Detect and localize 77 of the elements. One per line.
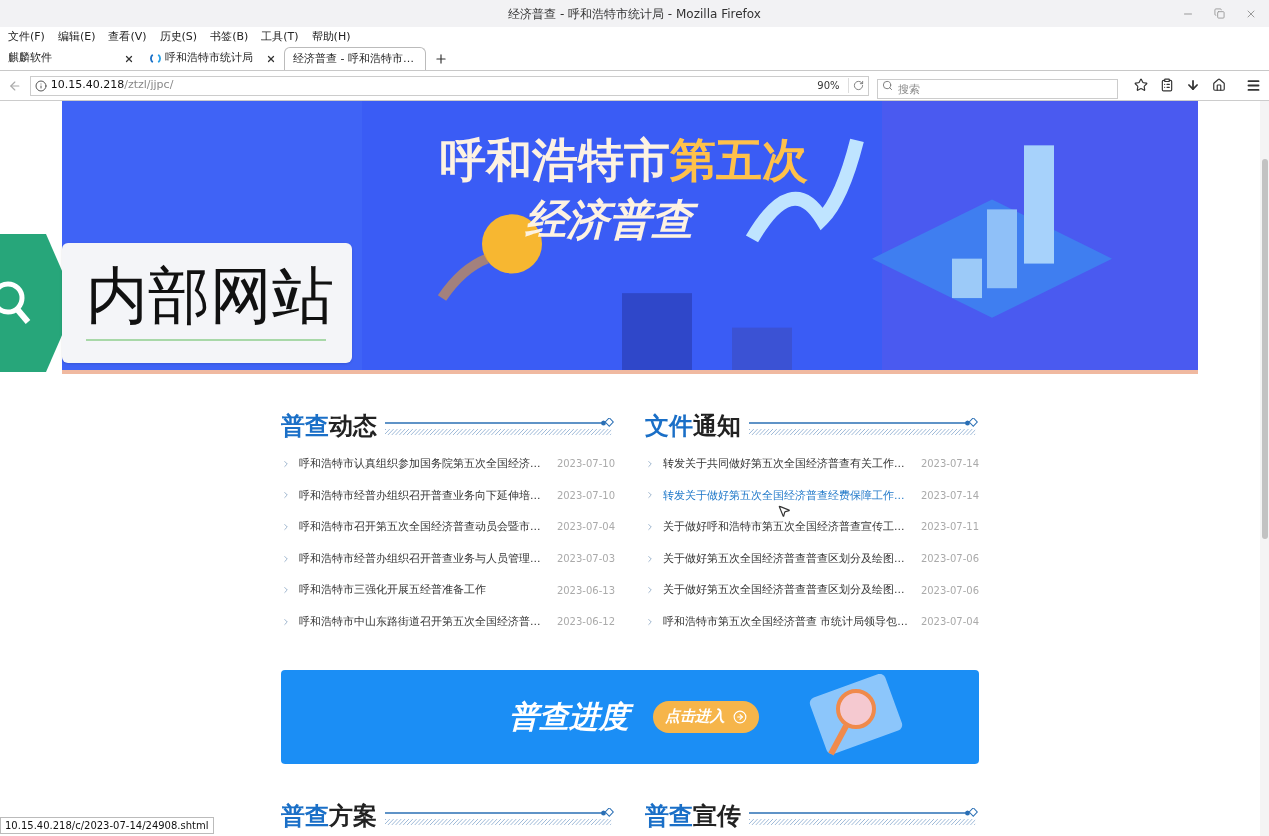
menu-item[interactable]: 历史(S)	[159, 28, 198, 46]
bullet-icon	[281, 616, 291, 627]
url-text: 10.15.40.218/ztzl/jjpc/	[50, 77, 175, 94]
download-icon[interactable]	[1186, 78, 1200, 92]
menu-item[interactable]: 编辑(E)	[57, 28, 96, 46]
news-date: 2023-06-12	[556, 615, 615, 630]
section-heading: 普查动态	[281, 414, 377, 438]
section-heading: 文件通知	[645, 414, 741, 438]
home-icon[interactable]	[1212, 78, 1226, 92]
bullet-icon	[645, 585, 655, 596]
tab-close-icon[interactable]	[266, 53, 276, 64]
news-date: 2023-07-03	[556, 552, 615, 567]
scrollbar-thumb[interactable]	[1261, 159, 1268, 539]
bookmark-star-icon[interactable]	[1134, 78, 1148, 92]
bullet-icon	[645, 458, 655, 469]
news-link[interactable]: 呼和浩特市召开第五次全国经济普查动员会暨市…	[299, 519, 549, 535]
bullet-icon	[281, 522, 291, 532]
menu-item[interactable]: 工具(T)	[261, 28, 299, 46]
news-link[interactable]: 呼和浩特市三强化开展五经普准备工作	[299, 582, 549, 599]
news-link[interactable]: 呼和浩特市中山东路街道召开第五次全国经济普…	[299, 613, 549, 630]
progress-title: 普查进度	[501, 697, 637, 737]
news-date: 2023-07-10	[556, 457, 615, 472]
bullet-icon	[281, 585, 291, 596]
browser-tab[interactable]: 呼和浩特市统计局	[142, 47, 284, 70]
back-icon[interactable]	[8, 78, 22, 93]
zoom-level[interactable]: 90%	[809, 78, 849, 93]
news-date: 2023-07-11	[920, 520, 979, 535]
info-icon[interactable]	[34, 79, 47, 92]
overlay-badge: 内部网站	[62, 243, 352, 363]
news-date: 2023-07-14	[920, 457, 979, 472]
browser-tab[interactable]: 经济普查 - 呼和浩特市…	[284, 47, 426, 70]
menu-item[interactable]: 书签(B)	[210, 28, 249, 46]
menu-icon[interactable]	[1246, 78, 1261, 93]
news-link[interactable]: 呼和浩特市认真组织参加国务院第五次全国经济…	[299, 455, 549, 472]
mouse-cursor-icon	[777, 504, 791, 518]
news-link[interactable]: 呼和浩特市经普办组织召开普查业务与人员管理…	[299, 550, 549, 567]
section-heading: 普查方案	[281, 803, 377, 828]
news-link[interactable]: 转发关于共同做好第五次全国经济普查有关工作…	[663, 455, 913, 472]
news-link[interactable]: 关于做好第五次全国经济普查普查区划分及绘图…	[663, 550, 913, 567]
search-field[interactable]: 搜索	[876, 79, 1118, 99]
news-date: 2023-06-13	[556, 583, 615, 598]
section-heading: 普查宣传	[645, 803, 741, 828]
tab-close-icon[interactable]	[124, 53, 134, 64]
window-title: 经济普查 - 呼和浩特市统计局 - Mozilla Firefox	[508, 5, 761, 23]
banner-subtitle: 经济普查	[517, 195, 701, 246]
news-date: 2023-07-06	[920, 583, 979, 598]
bullet-icon	[281, 490, 291, 501]
reload-icon[interactable]	[852, 80, 864, 91]
tab-title: 呼和浩特市统计局	[165, 50, 254, 67]
news-date: 2023-07-04	[556, 520, 615, 535]
banner-title: 呼和浩特市第五次	[440, 137, 808, 183]
bullet-icon	[645, 522, 655, 532]
tab-title: 经济普查 - 呼和浩特市…	[293, 50, 414, 67]
news-date: 2023-07-10	[556, 488, 615, 503]
news-link[interactable]: 关于做好呼和浩特市第五次全国经济普查宣传工…	[663, 519, 913, 535]
tab-title: 麒麟软件	[8, 50, 53, 67]
news-link[interactable]: 转发关于做好第五次全国经济普查经费保障工作…	[663, 487, 913, 504]
bullet-icon	[645, 616, 655, 627]
menu-item[interactable]: 查看(V)	[108, 28, 147, 46]
news-date: 2023-07-06	[920, 552, 979, 567]
browser-tab[interactable]: 麒麟软件	[0, 47, 142, 70]
menu-item[interactable]: 文件(F)	[8, 28, 45, 46]
arrow-circle-icon	[733, 709, 747, 724]
clipboard-icon[interactable]	[1160, 78, 1174, 92]
news-date: 2023-07-14	[920, 488, 979, 503]
news-link[interactable]: 呼和浩特市第五次全国经济普查 市统计局领导包…	[663, 613, 913, 630]
news-link[interactable]: 呼和浩特市经普办组织召开普查业务向下延伸培…	[299, 487, 549, 504]
new-tab-icon[interactable]	[434, 52, 448, 66]
news-link[interactable]: 关于做好第五次全国经济普查普查区划分及绘图…	[663, 582, 913, 599]
search-icon	[881, 79, 893, 91]
bullet-icon	[281, 458, 291, 469]
bullet-icon	[645, 490, 655, 501]
address-bar[interactable]: 10.15.40.218/ztzl/jjpc/ 90%	[29, 75, 869, 96]
bullet-icon	[281, 553, 291, 564]
news-date: 2023-07-04	[920, 615, 979, 630]
menu-item[interactable]: 帮助(H)	[311, 28, 351, 46]
bullet-icon	[645, 553, 655, 564]
